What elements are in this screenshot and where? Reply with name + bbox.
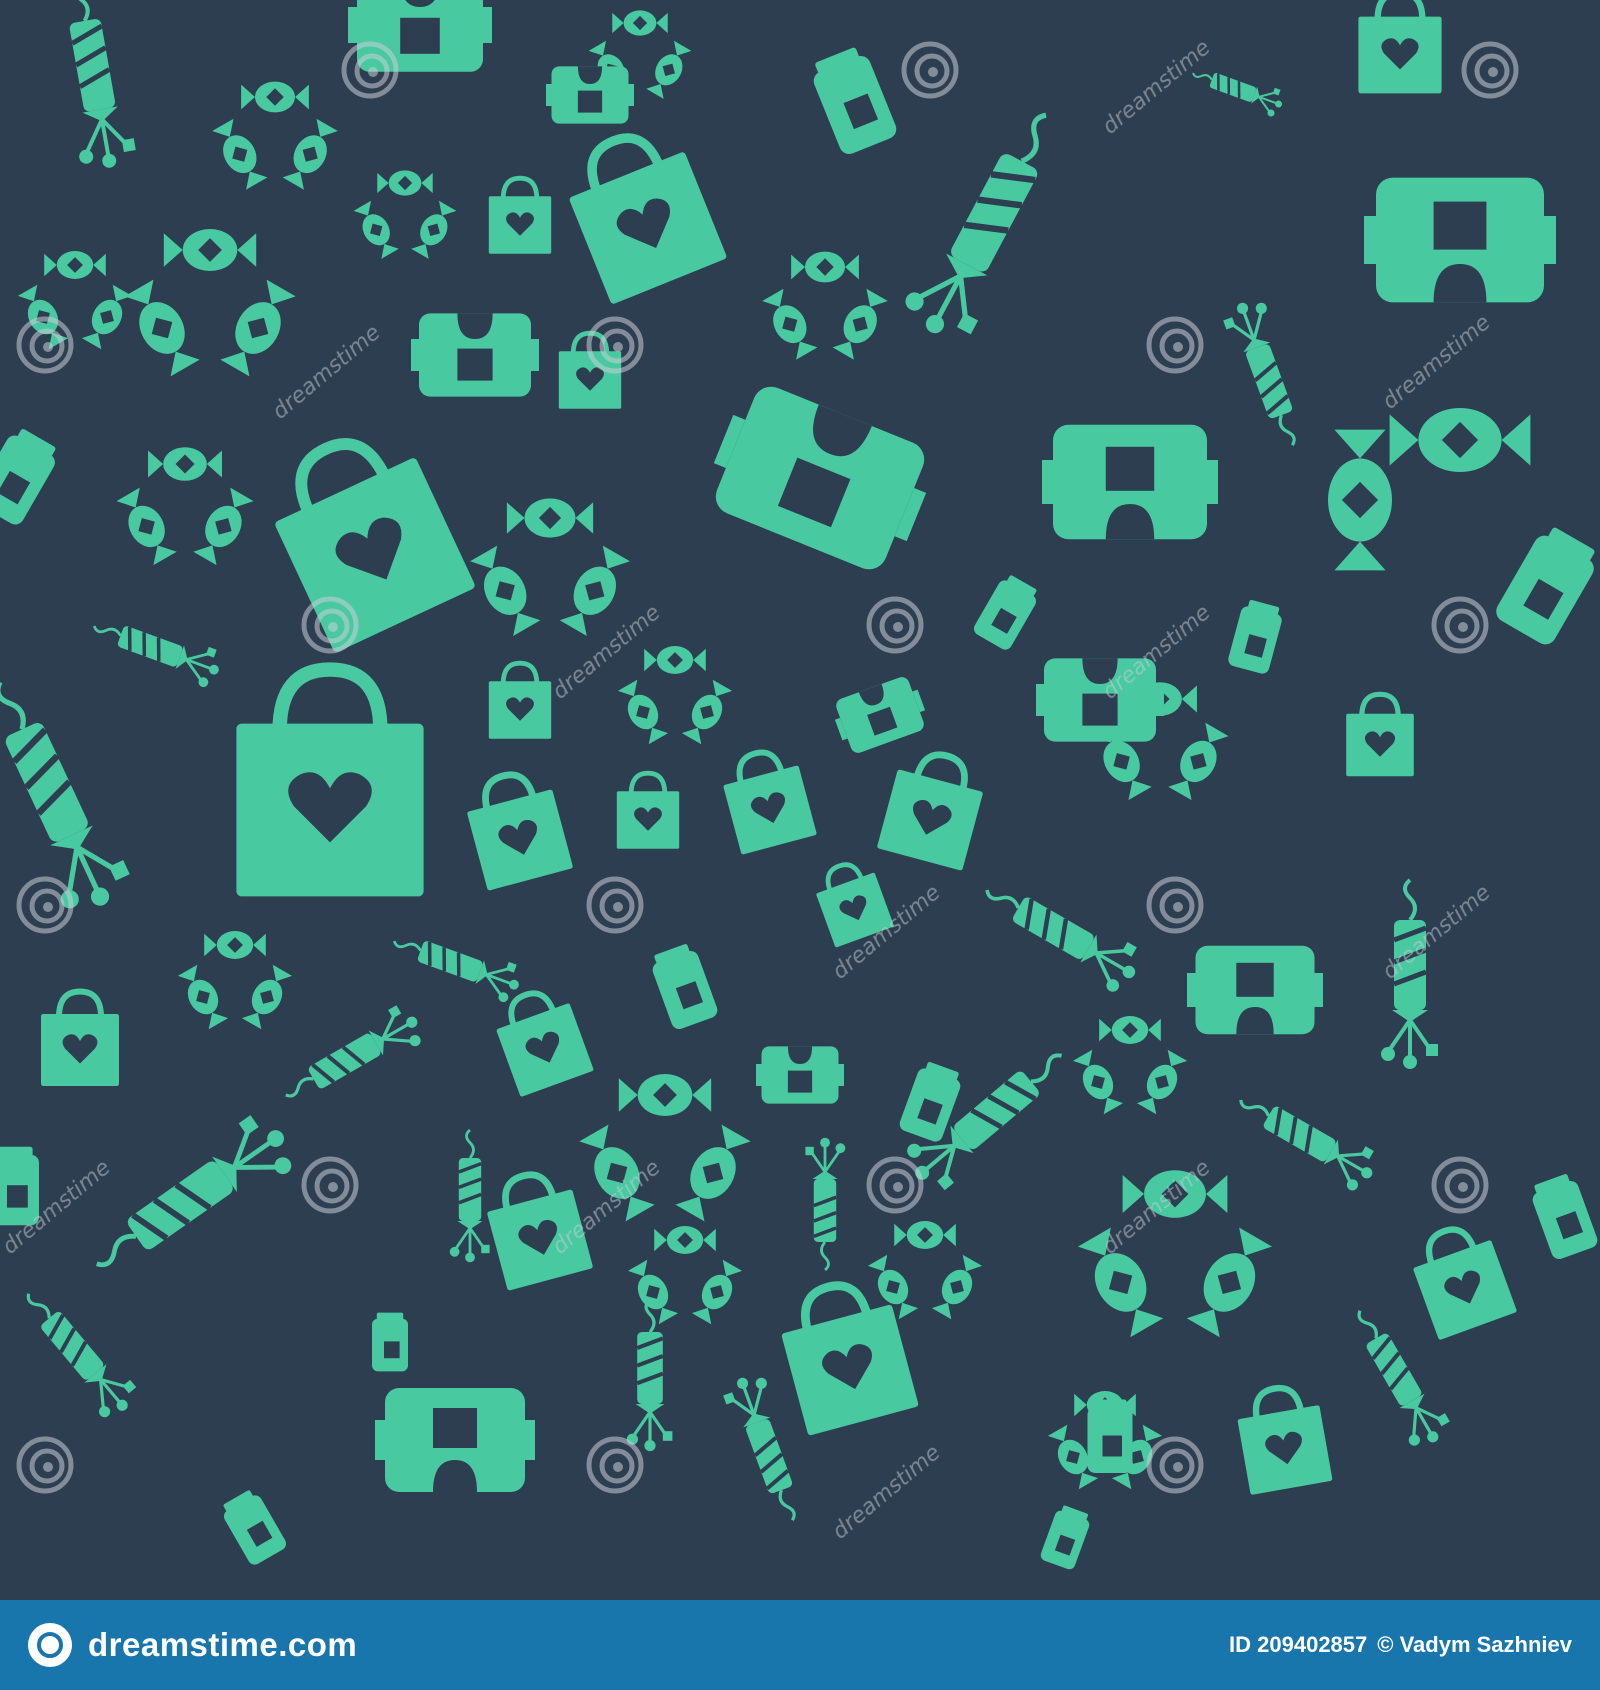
watermark-label: dreamstime [1378, 310, 1496, 414]
author-credit: © Vadym Sazhniev [1377, 1632, 1572, 1657]
watermark-label: dreamstime [268, 320, 386, 424]
dreamstime-logo-icon [28, 1623, 72, 1667]
image-credit: ID 209402857 © Vadym Sazhniev [1229, 1632, 1572, 1658]
seamless-pattern: dreamstime dreamstime dreamstime dreamst… [0, 0, 1600, 1571]
watermark-label: dreamstime [828, 1440, 946, 1544]
image-id: ID 209402857 [1229, 1632, 1368, 1657]
brand[interactable]: dreamstime.com [28, 1623, 357, 1667]
shopping-bag-heart-icon [41, 0, 1517, 1495]
watermark-label: dreamstime [1098, 35, 1216, 139]
stock-footer-bar: dreamstime.com ID 209402857 © Vadym Sazh… [0, 1600, 1600, 1690]
brand-name: dreamstime.com [88, 1626, 358, 1663]
pattern-image: dreamstime dreamstime dreamstime dreamst… [0, 0, 1600, 1600]
